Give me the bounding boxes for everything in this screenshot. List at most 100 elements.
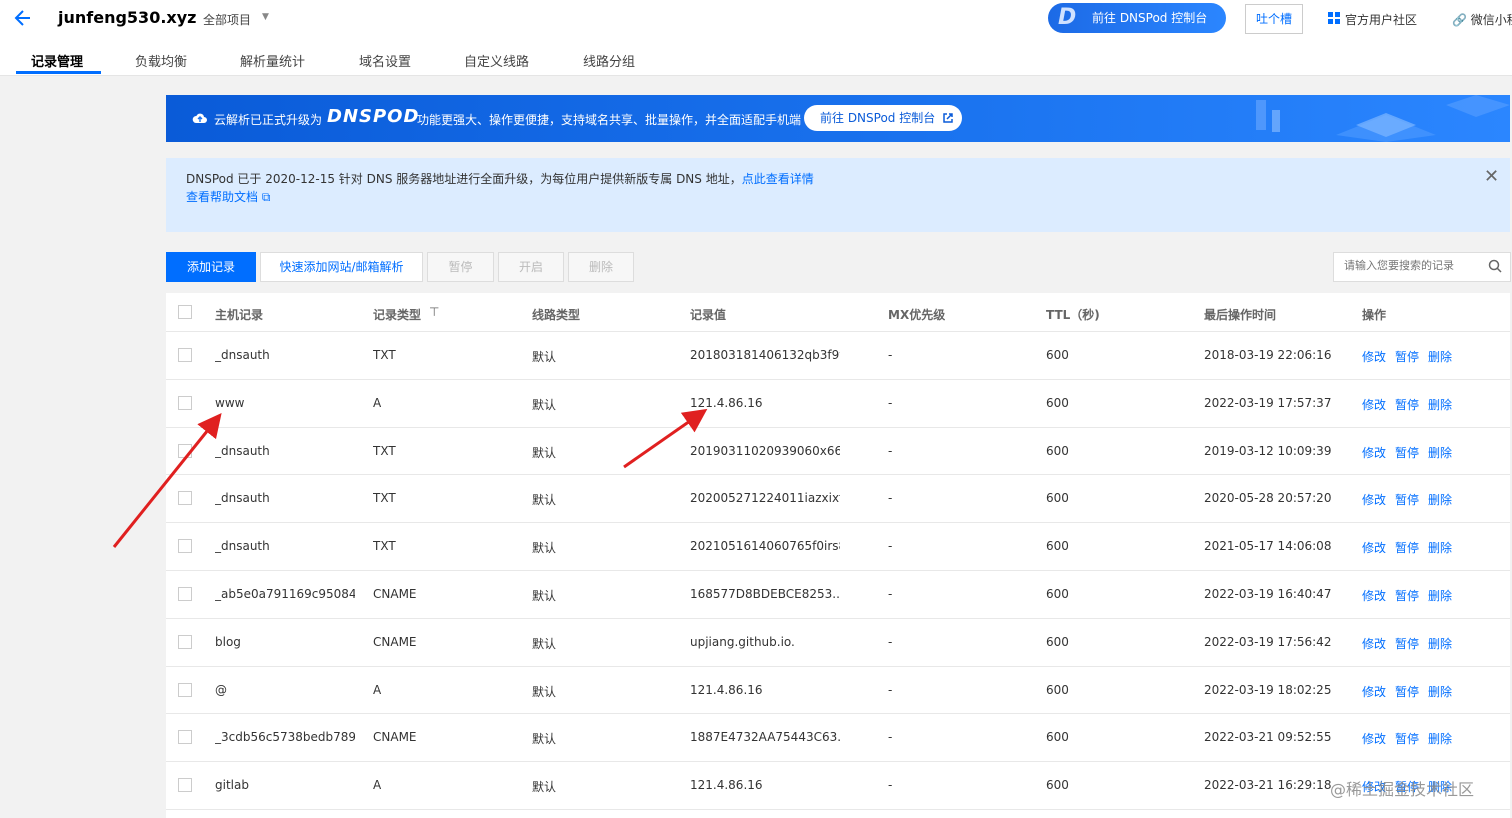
row-checkbox[interactable] <box>178 491 192 506</box>
pause-link[interactable]: 暂停 <box>1395 350 1419 364</box>
cell-host: _dnsauth <box>215 443 270 458</box>
cell-type: A <box>373 682 382 697</box>
enable-button[interactable]: 开启 <box>498 252 564 282</box>
tab-resolution-stats[interactable]: 解析量统计 <box>240 51 305 70</box>
search-box <box>1333 252 1511 282</box>
edit-link[interactable]: 修改 <box>1362 350 1386 364</box>
banner-button-label: 前往 DNSPod 控制台 <box>820 111 936 125</box>
wechat-link[interactable]: 🔗 微信小程 <box>1452 11 1512 28</box>
pause-link[interactable]: 暂停 <box>1395 732 1419 746</box>
cell-line: 默认 <box>532 589 557 603</box>
pause-link[interactable]: 暂停 <box>1395 637 1419 651</box>
edit-link[interactable]: 修改 <box>1362 732 1386 746</box>
cell-mx: - <box>888 348 893 362</box>
edit-link[interactable]: 修改 <box>1362 541 1386 555</box>
edit-link[interactable]: 修改 <box>1362 589 1386 603</box>
cell-type: A <box>373 778 382 793</box>
cell-host: _3cdb56c5738bedb789... <box>215 730 355 745</box>
pause-link[interactable]: 暂停 <box>1395 446 1419 460</box>
upgrade-banner: 云解析已正式升级为 DNSPOD 功能更强大、操作更便捷，支持域名共享、批量操作… <box>166 95 1510 142</box>
tab-record-management[interactable]: 记录管理 <box>31 51 83 70</box>
external-link-icon <box>943 113 953 123</box>
help-doc-label: 查看帮助文档 <box>186 190 259 204</box>
quick-add-button[interactable]: 快速添加网站/邮箱解析 <box>260 252 423 282</box>
pause-link[interactable]: 暂停 <box>1395 589 1419 603</box>
delete-link[interactable]: 删除 <box>1428 685 1452 699</box>
cell-value: 20190311020939060x66x... <box>690 443 840 458</box>
tab-custom-lines[interactable]: 自定义线路 <box>464 51 529 70</box>
row-checkbox[interactable] <box>178 778 192 793</box>
edit-link[interactable]: 修改 <box>1362 637 1386 651</box>
cell-ttl: 600 <box>1046 491 1069 506</box>
table-row: _dnsauth TXT 默认 20190311020939060x66x... - 60… <box>166 428 1510 476</box>
row-checkbox[interactable] <box>178 730 192 745</box>
cell-line: 默认 <box>532 732 557 747</box>
tab-domain-settings[interactable]: 域名设置 <box>359 51 411 70</box>
row-checkbox[interactable] <box>178 634 192 649</box>
search-icon[interactable] <box>1488 259 1502 273</box>
goto-dnspod-button[interactable]: D 前往 DNSPod 控制台 <box>1048 3 1226 33</box>
tab-line-groups[interactable]: 线路分组 <box>583 51 635 70</box>
records-table: 主机记录 记录类型 ⊤ 线路类型 记录值 MX优先级 TTL（秒) 最后操作时间… <box>166 293 1510 818</box>
delete-link[interactable]: 删除 <box>1428 541 1452 555</box>
cell-type: CNAME <box>373 634 417 649</box>
search-input[interactable] <box>1334 253 1484 279</box>
cell-type: TXT <box>373 443 396 458</box>
table-row: www A 默认 121.4.86.16 - 600 2022-03-19 17:57:37… <box>166 380 1510 428</box>
cell-host: blog <box>215 634 241 649</box>
table-header-row: 主机记录 记录类型 ⊤ 线路类型 记录值 MX优先级 TTL（秒) 最后操作时间… <box>166 293 1510 332</box>
close-icon[interactable]: ✕ <box>1484 166 1499 187</box>
edit-link[interactable]: 修改 <box>1362 685 1386 699</box>
tab-load-balancing[interactable]: 负载均衡 <box>135 51 187 70</box>
cell-mx: - <box>888 634 893 649</box>
row-checkbox[interactable] <box>178 395 192 410</box>
edit-link[interactable]: 修改 <box>1362 493 1386 507</box>
row-checkbox[interactable] <box>178 348 192 362</box>
cell-mx: - <box>888 539 893 554</box>
delete-button[interactable]: 删除 <box>568 252 634 282</box>
cell-host: gitlab <box>215 778 249 793</box>
help-doc-link[interactable]: 查看帮助文档 ⧉ <box>186 188 270 205</box>
select-all-checkbox[interactable] <box>178 305 192 319</box>
community-link[interactable]: 官方用户社区 <box>1345 11 1417 28</box>
row-checkbox[interactable] <box>178 682 192 697</box>
header-host: 主机记录 <box>215 308 264 322</box>
cell-ttl: 600 <box>1046 778 1069 793</box>
add-record-button[interactable]: 添加记录 <box>166 252 256 282</box>
header-ops: 操作 <box>1362 308 1387 322</box>
edit-link[interactable]: 修改 <box>1362 398 1386 412</box>
edit-link[interactable]: 修改 <box>1362 446 1386 460</box>
caret-down-icon[interactable]: ▼ <box>262 12 269 22</box>
row-checkbox[interactable] <box>178 539 192 554</box>
row-checkbox[interactable] <box>178 443 192 458</box>
row-checkbox[interactable] <box>178 587 192 601</box>
delete-link[interactable]: 删除 <box>1428 637 1452 651</box>
row-actions: 修改 暂停 删除 <box>1362 683 1461 700</box>
delete-link[interactable]: 删除 <box>1428 589 1452 603</box>
top-bar: junfeng530.xyz 全部项目 ▼ D 前往 DNSPod 控制台 吐个… <box>0 0 1512 76</box>
cell-value: 121.4.86.16 <box>690 778 763 793</box>
row-actions: 修改 暂停 删除 <box>1362 587 1461 604</box>
project-selector[interactable]: 全部项目 <box>203 11 251 28</box>
pause-button[interactable]: 暂停 <box>427 252 494 282</box>
delete-link[interactable]: 删除 <box>1428 398 1452 412</box>
cell-type: TXT <box>373 539 396 554</box>
delete-link[interactable]: 删除 <box>1428 732 1452 746</box>
watermark: @稀土掘金技术社区 <box>1330 780 1475 799</box>
pause-link[interactable]: 暂停 <box>1395 493 1419 507</box>
delete-link[interactable]: 删除 <box>1428 350 1452 364</box>
banner-goto-dnspod-button[interactable]: 前往 DNSPod 控制台 <box>804 105 962 131</box>
cell-value: 121.4.86.16 <box>690 682 763 697</box>
cell-host: _ab5e0a791169c95084... <box>215 587 355 601</box>
delete-link[interactable]: 删除 <box>1428 493 1452 507</box>
filter-icon[interactable]: ⊤ <box>429 305 439 319</box>
feedback-button[interactable]: 吐个槽 <box>1245 4 1303 34</box>
delete-link[interactable]: 删除 <box>1428 446 1452 460</box>
back-arrow-icon[interactable] <box>12 6 34 30</box>
active-tab-indicator <box>16 71 101 74</box>
pause-link[interactable]: 暂停 <box>1395 398 1419 412</box>
notice-detail-link[interactable]: 点此查看详情 <box>742 172 814 186</box>
pause-link[interactable]: 暂停 <box>1395 541 1419 555</box>
pause-link[interactable]: 暂停 <box>1395 685 1419 699</box>
table-row: blog CNAME 默认 upjiang.github.io. - 600 2022-03… <box>166 619 1510 667</box>
